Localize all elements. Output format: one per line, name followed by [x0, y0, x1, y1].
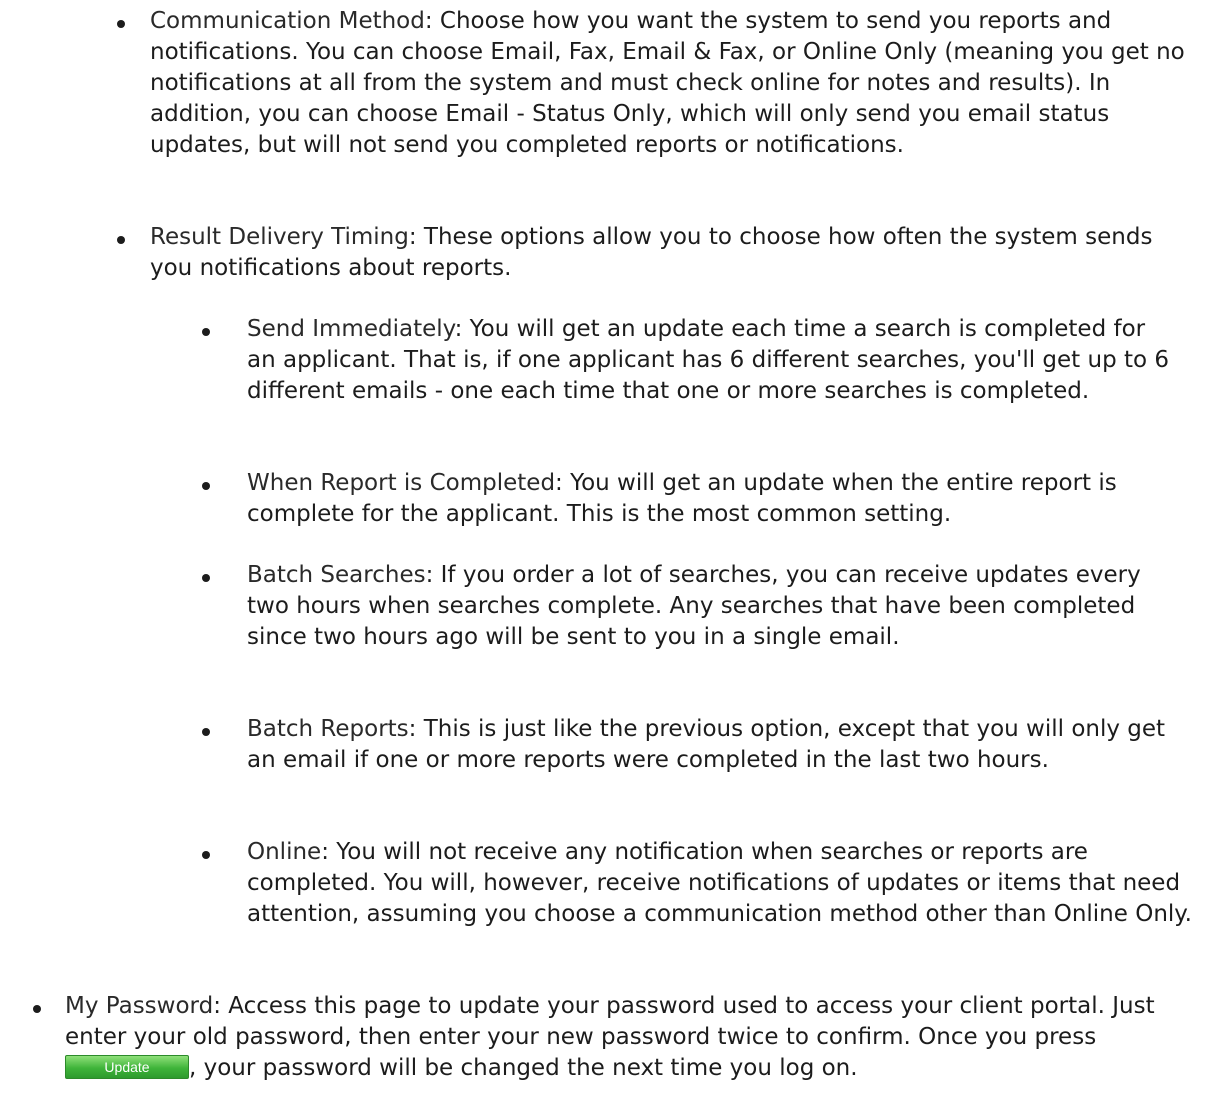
bullet — [33, 1005, 41, 1013]
bullet — [117, 20, 125, 28]
bullet — [202, 574, 210, 582]
term-result-delivery-timing: Result Delivery Timing — [150, 224, 409, 250]
term-communication-method: Communication Method — [150, 8, 425, 34]
bullet — [117, 236, 125, 244]
list-item-text: My Password: Access this page to update … — [65, 991, 1205, 1084]
bullet — [202, 728, 210, 736]
update-button[interactable]: Update — [65, 1054, 189, 1079]
list-item-text: Result Delivery Timing: These options al… — [150, 222, 1185, 284]
bullet — [202, 851, 210, 859]
term-online: Online — [247, 839, 322, 865]
term-send-immediately: Send Immediately — [247, 316, 455, 342]
list-item-text: Online: You will not receive any notific… — [247, 837, 1192, 930]
list-item-text: Batch Reports: This is just like the pre… — [247, 714, 1192, 776]
bullet — [202, 328, 210, 336]
bullet — [202, 482, 210, 490]
term-when-report-completed: When Report is Completed — [247, 470, 556, 496]
description-my-password-before: : Access this page to update your passwo… — [65, 993, 1155, 1050]
list-item-text: Communication Method: Choose how you wan… — [150, 6, 1205, 161]
term-batch-reports: Batch Reports — [247, 716, 409, 742]
term-batch-searches: Batch Searches — [247, 562, 426, 588]
list-item-text: Send Immediately: You will get an update… — [247, 314, 1172, 407]
description-online: : You will not receive any notification … — [247, 839, 1192, 927]
list-item-text: When Report is Completed: You will get a… — [247, 468, 1192, 530]
term-my-password: My Password — [65, 993, 214, 1019]
description-my-password-after: , your password will be changed the next… — [189, 1055, 858, 1081]
list-item-text: Batch Searches: If you order a lot of se… — [247, 560, 1187, 653]
